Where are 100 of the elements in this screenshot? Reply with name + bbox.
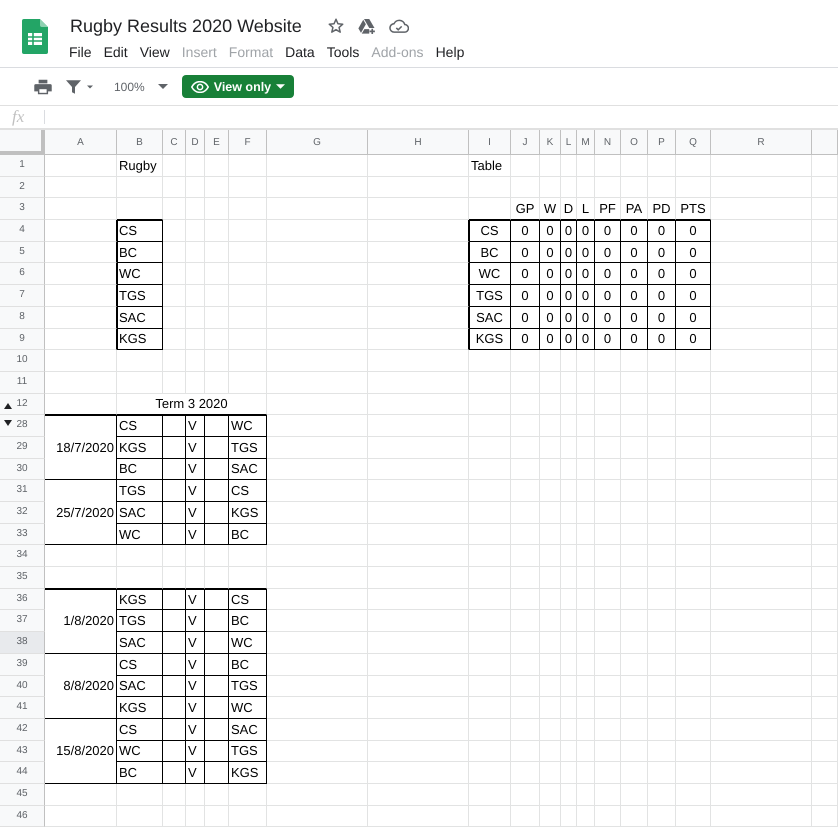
view-only-button[interactable]: View only	[182, 75, 294, 98]
row-header[interactable]: 29	[0, 436, 45, 459]
sheet-cell: WC	[469, 263, 511, 286]
sheet-cell: 0	[577, 328, 595, 350]
menu-item[interactable]: File	[63, 42, 98, 62]
column-header[interactable]: C	[163, 130, 186, 155]
sheet-cell: 0	[540, 242, 561, 264]
menu-item[interactable]: Help	[430, 42, 470, 62]
column-header[interactable]: G	[267, 130, 368, 155]
row-header[interactable]: 33	[0, 524, 45, 546]
sheet-cell: TGS	[469, 285, 511, 307]
sheet-cell: 0	[540, 285, 561, 307]
sheet-cell: 0	[621, 242, 648, 264]
sheet-cell: 0	[595, 306, 621, 328]
sheet-cell: 0	[648, 306, 676, 328]
column-header[interactable]: M	[577, 130, 595, 155]
column-header[interactable]: O	[621, 130, 648, 155]
column-header[interactable]: J	[511, 130, 540, 155]
row-header[interactable]: 45	[0, 784, 45, 806]
row-header[interactable]: 31	[0, 480, 45, 502]
row-header[interactable]: 10	[0, 350, 45, 372]
sheet-cell: 0	[676, 242, 711, 264]
row-header[interactable]: 12	[0, 394, 45, 416]
sheet-cell: 0	[648, 220, 676, 242]
row-header[interactable]: 1	[0, 155, 45, 177]
row-header[interactable]: 44	[0, 762, 45, 784]
sheet-cell: 0	[676, 263, 711, 286]
column-header[interactable]: A	[45, 130, 117, 155]
sheet-cell: Term 3 2020	[117, 394, 267, 416]
row-header[interactable]: 39	[0, 654, 45, 676]
row-header[interactable]: 11	[0, 372, 45, 394]
sheet-cell: Rugby	[117, 155, 163, 177]
row-header[interactable]: 8	[0, 306, 45, 328]
column-header[interactable]: Q	[676, 130, 711, 155]
row-header[interactable]: 32	[0, 502, 45, 524]
column-header[interactable]: L	[561, 130, 577, 155]
column-header[interactable]: E	[205, 130, 229, 155]
sheet-cell: SAC	[229, 718, 267, 741]
sheet-cell: 0	[595, 242, 621, 264]
menu-item[interactable]: Edit	[98, 42, 134, 62]
column-header[interactable]: P	[648, 130, 676, 155]
row-header[interactable]: 6	[0, 263, 45, 286]
menu-item[interactable]: Data	[279, 42, 321, 62]
sheet-cell: 0	[561, 285, 577, 307]
row-header[interactable]: 40	[0, 676, 45, 698]
column-header[interactable]: F	[229, 130, 267, 155]
row-header[interactable]: 46	[0, 806, 45, 828]
column-header[interactable]: R	[711, 130, 812, 155]
sheet-cell: 0	[561, 306, 577, 328]
row-header[interactable]: 2	[0, 176, 45, 198]
sheet-cell: CS	[229, 480, 267, 502]
column-header[interactable]: K	[540, 130, 561, 155]
column-header[interactable]: D	[186, 130, 205, 155]
sheet-cell: WC	[117, 524, 163, 546]
zoom-value[interactable]: 100%	[114, 80, 145, 94]
sheet-cell: V	[186, 654, 205, 676]
row-header[interactable]: 7	[0, 285, 45, 307]
sheet-cell: PTS	[676, 198, 711, 220]
sheet-cell: TGS	[229, 436, 267, 459]
row-header[interactable]: 28	[0, 415, 45, 437]
row-header[interactable]: 36	[0, 588, 45, 610]
sheet-cell: WC	[229, 415, 267, 437]
column-header[interactable]: N	[595, 130, 621, 155]
row-header[interactable]: 30	[0, 458, 45, 480]
sheet-cell: 0	[511, 328, 540, 350]
sheet-cell: KGS	[469, 328, 511, 350]
sheet-cell: SAC	[469, 306, 511, 328]
sheet-cell: TGS	[117, 480, 163, 502]
sheet-cell: CS	[117, 415, 163, 437]
sheet-cell: V	[186, 458, 205, 480]
sheet-cell: TGS	[117, 285, 163, 307]
sheet-cell: CS	[469, 220, 511, 242]
row-header[interactable]: 41	[0, 697, 45, 719]
row-header[interactable]: 35	[0, 567, 45, 589]
row-header[interactable]: 4	[0, 220, 45, 242]
sheet-cell: V	[186, 676, 205, 698]
row-header[interactable]: 37	[0, 610, 45, 632]
sheet-cell: BC	[229, 654, 267, 676]
menu-item[interactable]: Tools	[320, 42, 366, 62]
sheet-cell: 0	[676, 306, 711, 328]
sheet-cell: PA	[621, 198, 648, 220]
row-header[interactable]: 42	[0, 718, 45, 741]
column-header[interactable]: I	[469, 130, 511, 155]
row-header[interactable]: 43	[0, 740, 45, 762]
document-title[interactable]: Rugby Results 2020 Website	[70, 16, 302, 36]
row-header[interactable]: 9	[0, 328, 45, 350]
sheet-cell: SAC	[117, 502, 163, 524]
row-header[interactable]: 3	[0, 198, 45, 220]
row-header[interactable]: 34	[0, 545, 45, 568]
sheet-cell: 0	[511, 220, 540, 242]
row-header[interactable]: 38	[0, 632, 45, 654]
sheet-cell: TGS	[229, 676, 267, 698]
column-header[interactable]: H	[368, 130, 469, 155]
sheet-cell: CS	[117, 220, 163, 242]
sheet-cell: TGS	[117, 610, 163, 632]
sheet-cell: V	[186, 610, 205, 632]
row-header[interactable]: 5	[0, 242, 45, 264]
sheet-cell: 0	[621, 285, 648, 307]
column-header[interactable]: B	[117, 130, 163, 155]
menu-item[interactable]: View	[134, 42, 176, 62]
